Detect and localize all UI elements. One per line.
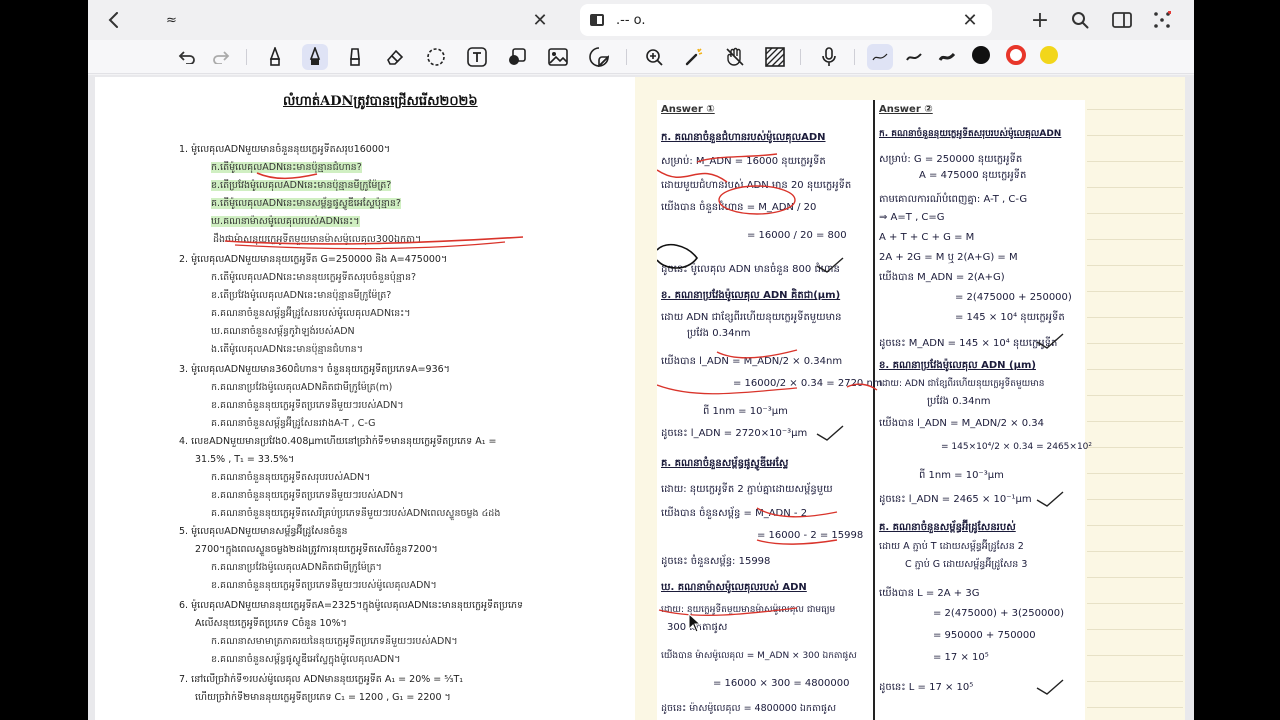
question-line: គ.គណនាចំនួននុយក្លេអូទីតសេរីគ្រប់ប្រភេទនី… — [211, 508, 501, 519]
pen-thin-icon[interactable] — [867, 44, 893, 70]
question-line: ខ.តើប្រវែងម៉ូលេគុលADNនេះមានប៉ុន្មានមីក្រ… — [211, 290, 392, 301]
close-icon[interactable]: ✕ — [960, 10, 980, 31]
handwritten-answer-sheet: Answer ① ក. គណនាចំនួនជំហានរបស់ម៉ូលេគុលAD… — [657, 100, 1092, 720]
worksheet-page: លំហាត់ADNត្រូវបាន​ជ្រើសរើស២០២៦ 1. ម៉ូលេគ… — [95, 77, 635, 720]
question-line: ខ.គណនាចំនួនសម្ព័ន្ធផូស្វូឌីអេស្ទែក្នុងម៉… — [211, 654, 401, 665]
cursor-arrow-icon — [688, 613, 702, 633]
pen-selected-icon[interactable] — [302, 44, 328, 70]
image-icon[interactable] — [545, 44, 571, 70]
new-tab-icon[interactable]: + — [1028, 8, 1052, 33]
question-line: ខ.គណនាចំនួននុយក្លេអូទីតប្រភេទនីមួយៗរបស់A… — [211, 400, 404, 411]
toolbar-divider — [854, 49, 855, 65]
tab-bar: ≈ ✕ .-- o. ✕ + — [88, 0, 1194, 40]
question-line: ង.តើម៉ូលេគុលADNនេះមានប៉ុន្មានជំហាន។ — [211, 344, 363, 355]
document-canvas[interactable]: លំហាត់ADNត្រូវបាន​ជ្រើសរើស២០២៦ 1. ម៉ូលេគ… — [88, 75, 1194, 720]
undo-icon[interactable] — [174, 44, 200, 70]
color-swatch-black[interactable] — [972, 46, 990, 64]
split-view-icon[interactable] — [1110, 8, 1134, 32]
question-line: 6. ម៉ូលេគុលADNមួយមាននុយក្លេអូទីតA=2325។ក… — [179, 600, 524, 611]
zoom-icon[interactable] — [641, 44, 667, 70]
text-icon[interactable] — [464, 44, 490, 70]
worksheet-title: លំហាត់ADNត្រូវបាន​ជ្រើសរើស២០២៦ — [283, 94, 478, 109]
lasso-icon[interactable] — [423, 44, 449, 70]
tab-first[interactable]: ≈ ✕ — [144, 4, 564, 36]
pen-medium-icon[interactable] — [901, 44, 927, 70]
notes-app-window: ≈ ✕ .-- o. ✕ + — [88, 0, 1194, 720]
shapes-icon[interactable] — [504, 44, 530, 70]
more-grid-icon[interactable] — [1150, 8, 1174, 32]
question-line: ឃ.គណនាចំនួនសម្ព័ន្ធកូវ៉ាឡង់របស់ADN — [211, 326, 355, 337]
redo-icon[interactable] — [208, 44, 234, 70]
hand-icon[interactable] — [722, 44, 748, 70]
question-line: ក.គណនាប្រវែងម៉ូលេគុលADNគិតជាមីក្រូម៉ែត្រ… — [211, 562, 382, 573]
drawing-toolbar — [88, 40, 1194, 74]
laser-icon[interactable] — [681, 44, 707, 70]
red-ink-annotation — [224, 172, 524, 250]
close-icon[interactable]: ✕ — [530, 10, 550, 31]
question-line: 4. លេខADNមួយមានប្រវែង0.408µmហើយនៅច្រវ៉ាក… — [179, 436, 497, 447]
question-line: ហើយច្រវ៉ាក់ទី២មាននុយក្លេអូទីតប្រភេទ C₁ =… — [195, 692, 451, 703]
eraser-icon[interactable] — [382, 44, 408, 70]
question-line: ក.គណនាប្រវែងម៉ូលេគុលADNគិតជាមីក្រូម៉ែត្រ… — [211, 382, 393, 393]
question-line: 1. ម៉ូលេគុលADNមួយមានចំនួននុយក្លេអូទីតសរុ… — [179, 144, 391, 155]
document-icon — [590, 14, 604, 26]
toolbar-divider — [246, 49, 247, 65]
pen-icon[interactable] — [262, 44, 288, 70]
question-line: 2. ម៉ូលេគុលADNមួយមាននុយក្លេអូទីត G=25000… — [179, 254, 448, 265]
question-line: គ.គណនាចំនួនសម្ព័ន្ធអ៊ីដ្រូសែនរបស់ម៉ូលេគុ… — [211, 308, 411, 319]
red-ink-annotation — [657, 153, 1064, 695]
question-line: 3. ម៉ូលេគុលADNមួយមាន360ជំហាន។ ចំនួននុយក្… — [179, 364, 450, 375]
mic-icon[interactable] — [816, 44, 842, 70]
color-swatch-red[interactable] — [1006, 45, 1026, 65]
highlighter-icon[interactable] — [342, 44, 368, 70]
toolbar-divider — [626, 49, 627, 65]
toolbar-divider — [800, 49, 801, 65]
pen-thick-icon[interactable] — [934, 44, 960, 70]
question-line: 5. ម៉ូលេគុលADNមួយមានសម្ព័ន្ធអ៊ីដ្រូសែនចំ… — [179, 526, 348, 537]
tab-title: .-- o. — [616, 12, 646, 28]
tab-active[interactable]: .-- o. ✕ — [580, 4, 992, 36]
question-line: 7. នៅលើច្រវ៉ាក់ទី១របស់ម៉ូលេគុល ADNមាននុយ… — [179, 674, 464, 685]
search-icon[interactable] — [1068, 8, 1092, 32]
question-line: ខ.គណនាចំនួននុយក្លេអូទីតប្រភេទនីមួយៗរបស់ម… — [211, 580, 437, 591]
sticker-icon[interactable] — [586, 44, 612, 70]
question-line: Aលើសនុយក្លេអូទីតប្រភេទ Cចំនួន 10%។ — [195, 618, 347, 629]
notes-page: Answer ① ក. គណនាចំនួនជំហានរបស់ម៉ូលេគុលAD… — [635, 77, 1185, 720]
question-line: 2700។ក្នុងពេលស្ទួនចម្លង២ដងត្រូវការនុយក្ល… — [195, 544, 438, 555]
question-line: ក.គណនាសមាមាត្រភាគរយនៃនុយក្លេអូទីតប្រភេទន… — [211, 636, 458, 647]
question-line: 31.5% , T₁ = 33.5%។ — [195, 454, 295, 465]
back-icon[interactable] — [102, 8, 126, 32]
question-line: ខ.គណនាចំនួននុយក្លេអូទីតប្រភេទនីមួយៗរបស់A… — [211, 490, 404, 501]
color-swatch-yellow[interactable] — [1040, 46, 1058, 64]
hatch-icon[interactable] — [762, 44, 788, 70]
question-line: ក.គណនាចំនួននុយក្លេអូទីតសរុបរបស់ADN។ — [211, 472, 371, 483]
tab-title: ≈ — [166, 12, 177, 28]
question-line: គ.គណនាចំនួនសម្ព័ន្ធអ៊ីដ្រូសែនរវាងA-T , C… — [211, 418, 376, 429]
question-line: ក.តើម៉ូលេគុលADNនេះមាននុយក្លេអូទីតសរុបចំន… — [211, 272, 417, 283]
